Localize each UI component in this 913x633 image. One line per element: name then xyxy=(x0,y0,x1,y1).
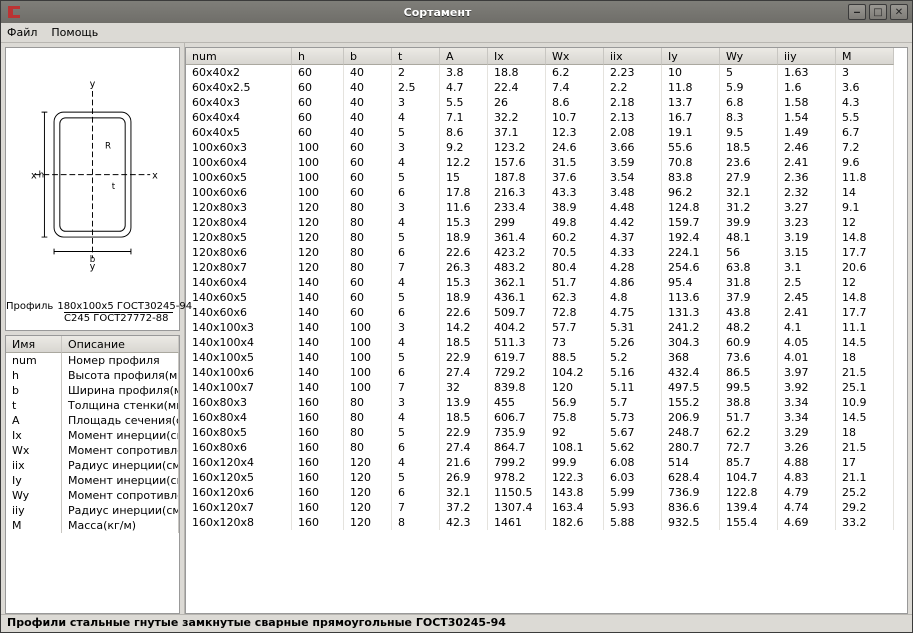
desc-row[interactable]: numНомер профиля xyxy=(6,353,179,368)
profile-labels: Профиль 180x100x5 ГОСТ30245-94 С245 ГОСТ… xyxy=(6,301,179,324)
desc-row[interactable]: bШирина профиля(мм) xyxy=(6,383,179,398)
menu-help[interactable]: Помощь xyxy=(51,26,98,39)
table-row[interactable]: 100x60x31006039.2123.224.63.6655.618.52.… xyxy=(186,140,907,155)
table-row[interactable]: 160x80x516080522.9735.9925.67248.762.23.… xyxy=(186,425,907,440)
table-row[interactable]: 60x40x2604023.818.86.22.231051.633 xyxy=(186,65,907,80)
table-row[interactable]: 120x80x512080518.9361.460.24.37192.448.1… xyxy=(186,230,907,245)
svg-text:y: y xyxy=(90,79,96,90)
table-row[interactable]: 140x60x414060415.3362.151.74.8695.431.82… xyxy=(186,275,907,290)
profile-label: Профиль xyxy=(6,301,57,312)
table-row[interactable]: 60x40x4604047.132.210.72.1316.78.31.545.… xyxy=(186,110,907,125)
table-row[interactable]: 160x80x416080418.5606.775.85.73206.951.7… xyxy=(186,410,907,425)
table-row[interactable]: 120x80x412080415.329949.84.42159.739.93.… xyxy=(186,215,907,230)
table-row[interactable]: 160x120x6160120632.11150.5143.85.99736.9… xyxy=(186,485,907,500)
svg-text:h: h xyxy=(39,170,44,180)
desc-row[interactable]: IyМомент инерции(см4) xyxy=(6,473,179,488)
desc-head-desc[interactable]: Описание xyxy=(62,336,179,353)
svg-text:x: x xyxy=(152,170,158,181)
table-row[interactable]: 60x40x5604058.637.112.32.0819.19.51.496.… xyxy=(186,125,907,140)
desc-head-name[interactable]: Имя xyxy=(6,336,62,353)
table-row[interactable]: 140x100x3140100314.2404.257.75.31241.248… xyxy=(186,320,907,335)
content: y y x x h b t R Профиль 180x100x5 ГОСТ30… xyxy=(1,43,912,614)
col-M[interactable]: M xyxy=(836,48,894,65)
app-icon xyxy=(7,5,21,19)
table-row[interactable]: 120x80x612080622.6423.270.54.33224.1563.… xyxy=(186,245,907,260)
col-iiy[interactable]: iiy xyxy=(778,48,836,65)
desc-row[interactable]: iixРадиус инерции(см) xyxy=(6,458,179,473)
svg-text:x: x xyxy=(31,170,37,181)
table-row[interactable]: 140x100x6140100627.4729.2104.25.16432.48… xyxy=(186,365,907,380)
desc-row[interactable]: iiyРадиус инерции(см) xyxy=(6,503,179,518)
svg-text:b: b xyxy=(90,255,95,265)
col-Wy[interactable]: Wy xyxy=(720,48,778,65)
menu-file[interactable]: Файл xyxy=(7,26,37,39)
table-row[interactable]: 140x60x614060622.6509.772.84.75131.343.8… xyxy=(186,305,907,320)
profile-preview: y y x x h b t R Профиль 180x100x5 ГОСТ30… xyxy=(5,47,180,331)
desc-row[interactable]: AПлощадь сечения(с... xyxy=(6,413,179,428)
menubar: Файл Помощь xyxy=(1,23,912,43)
table-row[interactable]: 160x80x616080627.4864.7108.15.62280.772.… xyxy=(186,440,907,455)
desc-row[interactable]: IxМомент инерции(см4) xyxy=(6,428,179,443)
table-row[interactable]: 100x60x610060617.8216.343.33.4896.232.12… xyxy=(186,185,907,200)
table-row[interactable]: 120x80x712080726.3483.280.44.28254.663.8… xyxy=(186,260,907,275)
table-row[interactable]: 60x40x2.560402.54.722.47.42.211.85.91.63… xyxy=(186,80,907,95)
table-row[interactable]: 60x40x3604035.5268.62.1813.76.81.584.3 xyxy=(186,95,907,110)
profile-spec: 180x100x5 ГОСТ30245-94 xyxy=(57,301,198,312)
desc-row[interactable]: tТолщина стенки(мм) xyxy=(6,398,179,413)
desc-row[interactable]: WyМомент сопротивле... xyxy=(6,488,179,503)
table-row[interactable]: 140x60x514060518.9436.162.34.8113.637.92… xyxy=(186,290,907,305)
col-h[interactable]: h xyxy=(292,48,344,65)
desc-head: Имя Описание xyxy=(6,336,179,353)
table-row[interactable]: 100x60x510060515187.837.63.5483.827.92.3… xyxy=(186,170,907,185)
maximize-button[interactable]: □ xyxy=(869,4,887,20)
window-buttons: ‒ □ ✕ xyxy=(848,4,912,20)
svg-text:t: t xyxy=(112,182,116,192)
svg-text:R: R xyxy=(105,142,111,152)
col-Wx[interactable]: Wx xyxy=(546,48,604,65)
table-row[interactable]: 140x100x4140100418.5511.3735.26304.360.9… xyxy=(186,335,907,350)
desc-row[interactable]: MМасса(кг/м) xyxy=(6,518,179,533)
table-row[interactable]: 160x120x8160120842.31461182.65.88932.515… xyxy=(186,515,907,530)
minimize-button[interactable]: ‒ xyxy=(848,4,866,20)
table-row[interactable]: 160x120x7160120737.21307.4163.45.93836.6… xyxy=(186,500,907,515)
col-num[interactable]: num xyxy=(186,48,292,65)
main-table[interactable]: numhbtAIxWxiixIyWyiiyM 60x40x2604023.818… xyxy=(185,47,908,614)
description-table[interactable]: Имя Описание numНомер профиляhВысота про… xyxy=(5,335,180,614)
col-Ix[interactable]: Ix xyxy=(488,48,546,65)
table-row[interactable]: 100x60x410060412.2157.631.53.5970.823.62… xyxy=(186,155,907,170)
col-b[interactable]: b xyxy=(344,48,392,65)
table-row[interactable]: 140x100x5140100522.9619.788.55.236873.64… xyxy=(186,350,907,365)
material-spec: С245 ГОСТ27772-88 xyxy=(64,313,174,324)
desc-row[interactable]: WxМомент сопротивле... xyxy=(6,443,179,458)
col-iix[interactable]: iix xyxy=(604,48,662,65)
window-title: Сортамент xyxy=(27,6,848,19)
col-A[interactable]: A xyxy=(440,48,488,65)
table-row[interactable]: 160x120x4160120421.6799.299.96.0851485.7… xyxy=(186,455,907,470)
close-button[interactable]: ✕ xyxy=(890,4,908,20)
left-pane: y y x x h b t R Профиль 180x100x5 ГОСТ30… xyxy=(1,43,185,614)
table-row[interactable]: 140x100x7140100732839.81205.11497.599.53… xyxy=(186,380,907,395)
status-bar: Профили стальные гнутые замкнутые сварны… xyxy=(1,614,912,632)
table-head: numhbtAIxWxiixIyWyiiyM xyxy=(186,48,907,65)
desc-row[interactable]: hВысота профиля(мм) xyxy=(6,368,179,383)
table-row[interactable]: 160x120x5160120526.9978.2122.36.03628.41… xyxy=(186,470,907,485)
table-row[interactable]: 120x80x312080311.6233.438.94.48124.831.2… xyxy=(186,200,907,215)
table-row[interactable]: 160x80x316080313.945556.95.7155.238.83.3… xyxy=(186,395,907,410)
col-Iy[interactable]: Iy xyxy=(662,48,720,65)
titlebar: Сортамент ‒ □ ✕ xyxy=(1,1,912,23)
col-t[interactable]: t xyxy=(392,48,440,65)
main-window: Сортамент ‒ □ ✕ Файл Помощь xyxy=(0,0,913,633)
